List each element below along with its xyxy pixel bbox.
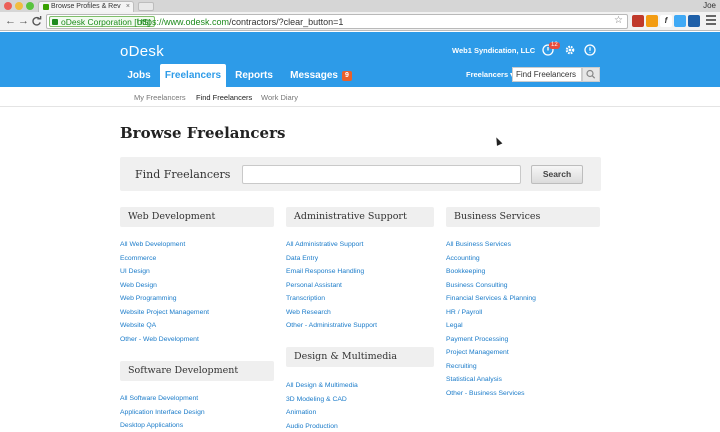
category-link[interactable]: All Administrative Support <box>286 238 377 252</box>
star-icon[interactable]: ☆ <box>614 15 623 26</box>
category-header-web-development: Web Development <box>120 207 274 227</box>
software-development-list: All Software Development Application Int… <box>120 392 205 432</box>
category-link[interactable]: Application Interface Design <box>120 406 205 420</box>
odesk-favicon-icon <box>43 4 49 10</box>
extension-icon[interactable] <box>646 15 658 27</box>
nav-jobs[interactable]: Jobs <box>118 64 160 87</box>
category-link[interactable]: Animation <box>286 406 358 420</box>
nav-messages[interactable]: Messages 9 <box>284 64 358 87</box>
category-header-software-development: Software Development <box>120 361 274 381</box>
category-link[interactable]: Audio Production <box>286 420 358 432</box>
category-link[interactable]: Project Management <box>446 346 536 360</box>
find-freelancers-input[interactable] <box>242 165 521 184</box>
category-link[interactable]: Website Project Management <box>120 306 209 320</box>
subnav-my-freelancers[interactable]: My Freelancers <box>134 93 186 102</box>
category-link[interactable]: Statistical Analysis <box>446 373 536 387</box>
header-search-button[interactable] <box>582 67 600 82</box>
search-icon <box>586 69 596 79</box>
close-window-icon[interactable] <box>4 2 12 10</box>
category-link[interactable]: Recruiting <box>446 360 536 374</box>
search-scope-dropdown[interactable]: Freelancers ▾ <box>466 70 514 79</box>
find-label: Find Freelancers <box>135 168 231 181</box>
design-multimedia-list: All Design & Multimedia 3D Modeling & CA… <box>286 379 358 432</box>
category-link[interactable]: Legal <box>446 319 536 333</box>
header-search-input[interactable] <box>512 67 582 82</box>
extension-icon[interactable] <box>674 15 686 27</box>
find-freelancers-panel: Find Freelancers Search <box>120 157 601 191</box>
browser-tab-title: Browse Profiles & Reviews <box>51 3 121 10</box>
category-link[interactable]: Accounting <box>446 252 536 266</box>
category-link[interactable]: Other - Web Development <box>120 333 209 347</box>
lock-icon <box>52 19 58 25</box>
category-link[interactable]: Data Entry <box>286 252 377 266</box>
nav-freelancers[interactable]: Freelancers <box>160 64 226 87</box>
company-name[interactable]: Web1 Syndication, LLC <box>452 46 535 55</box>
category-link[interactable]: Desktop Applications <box>120 419 205 432</box>
new-tab-button[interactable] <box>138 2 154 11</box>
category-link[interactable]: 3D Modeling & CAD <box>286 393 358 407</box>
extension-icon[interactable] <box>688 15 700 27</box>
extension-icon[interactable] <box>632 15 644 27</box>
search-button[interactable]: Search <box>531 165 583 184</box>
maximize-window-icon[interactable] <box>26 2 34 10</box>
category-link[interactable]: Email Response Handling <box>286 265 377 279</box>
category-link[interactable]: Payment Processing <box>446 333 536 347</box>
category-link[interactable]: Other - Administrative Support <box>286 319 377 333</box>
subnav-work-diary[interactable]: Work Diary <box>261 93 298 102</box>
minimize-window-icon[interactable] <box>15 2 23 10</box>
browser-menu-icon[interactable] <box>706 15 716 27</box>
category-link[interactable]: Web Research <box>286 306 377 320</box>
sub-nav: My Freelancers Find Freelancers Work Dia… <box>0 87 720 107</box>
administrative-support-list: All Administrative Support Data Entry Em… <box>286 238 377 333</box>
category-link[interactable]: Web Programming <box>120 292 209 306</box>
odesk-logo[interactable]: oDesk <box>120 43 164 60</box>
category-header-business-services: Business Services <box>446 207 600 227</box>
back-arrow-icon[interactable]: ← <box>5 14 16 28</box>
help-icon[interactable] <box>584 44 596 56</box>
category-link[interactable]: All Web Development <box>120 238 209 252</box>
url-text[interactable]: https://www.odesk.com/contractors/?clear… <box>137 16 343 28</box>
app-header: oDesk Web1 Syndication, LLC 12 Jobs Free… <box>0 32 720 87</box>
tab-close-icon[interactable]: × <box>126 2 130 12</box>
category-link[interactable]: Web Design <box>120 279 209 293</box>
notification-count: 12 <box>549 42 560 49</box>
mouse-cursor-icon <box>493 136 503 146</box>
category-link[interactable]: UI Design <box>120 265 209 279</box>
forward-arrow-icon[interactable]: → <box>18 14 29 28</box>
category-link[interactable]: Personal Assistant <box>286 279 377 293</box>
business-services-list: All Business Services Accounting Bookkee… <box>446 238 536 400</box>
address-bar[interactable]: oDesk Corporation [US] https://www.odesk… <box>46 14 628 29</box>
reload-icon[interactable] <box>31 14 42 31</box>
web-development-list: All Web Development Ecommerce UI Design … <box>120 238 209 346</box>
extension-icon[interactable]: f <box>660 15 672 27</box>
category-link[interactable]: Other - Business Services <box>446 387 536 401</box>
category-header-administrative-support: Administrative Support <box>286 207 434 227</box>
category-link[interactable]: Ecommerce <box>120 252 209 266</box>
messages-count-badge: 9 <box>341 71 352 81</box>
category-link[interactable]: Transcription <box>286 292 377 306</box>
page-title: Browse Freelancers <box>120 124 286 142</box>
category-link[interactable]: Financial Services & Planning <box>446 292 536 306</box>
category-link[interactable]: All Design & Multimedia <box>286 379 358 393</box>
category-header-design-multimedia: Design & Multimedia <box>286 347 434 367</box>
browser-tab-bar: Browse Profiles & Reviews × Joe <box>0 0 720 12</box>
category-link[interactable]: All Software Development <box>120 392 205 406</box>
profile-name[interactable]: Joe <box>703 0 716 12</box>
nav-reports[interactable]: Reports <box>228 64 280 87</box>
gear-icon[interactable] <box>564 44 576 56</box>
category-link[interactable]: All Business Services <box>446 238 536 252</box>
category-link[interactable]: HR / Payroll <box>446 306 536 320</box>
subnav-find-freelancers[interactable]: Find Freelancers <box>196 93 252 102</box>
browser-tab[interactable]: Browse Profiles & Reviews × <box>38 1 134 12</box>
category-link[interactable]: Website QA <box>120 319 209 333</box>
category-link[interactable]: Business Consulting <box>446 279 536 293</box>
browser-toolbar: ← → oDesk Corporation [US] https://www.o… <box>0 12 720 31</box>
category-link[interactable]: Bookkeeping <box>446 265 536 279</box>
